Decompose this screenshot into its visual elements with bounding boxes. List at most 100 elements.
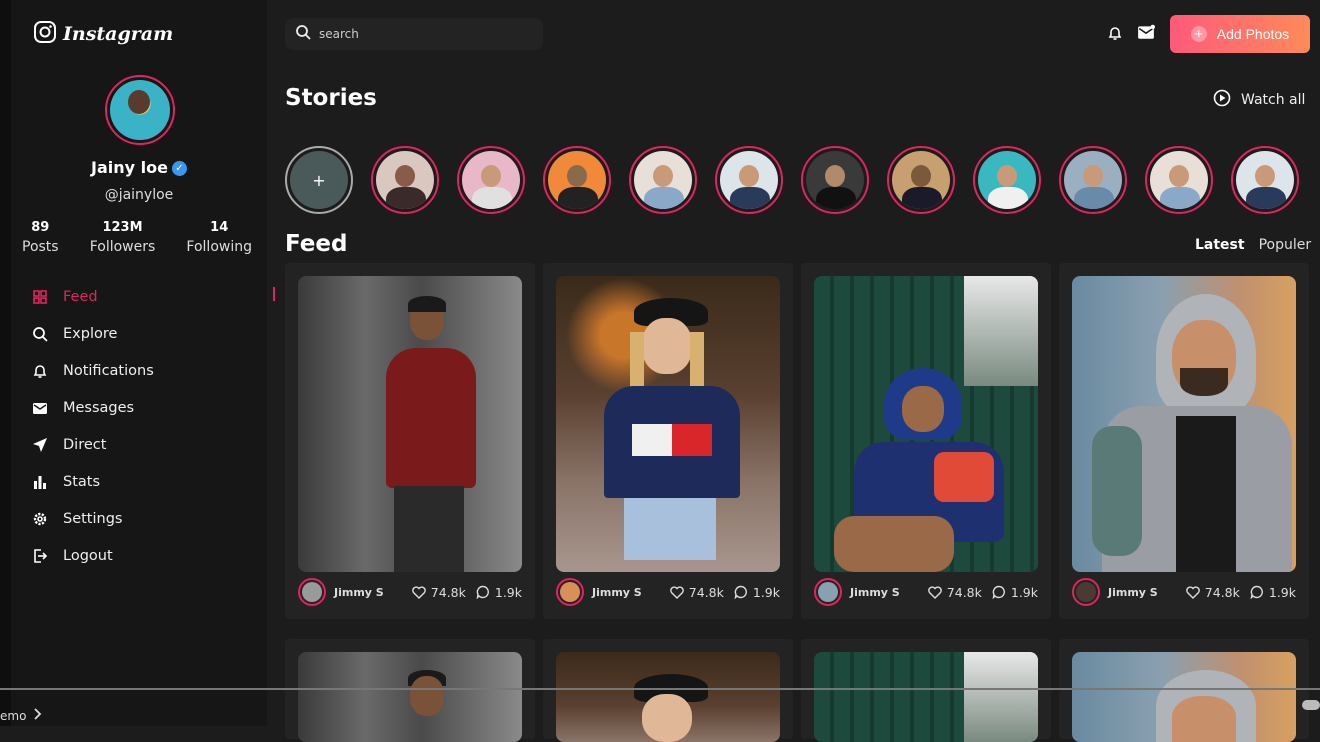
heart-icon	[412, 585, 426, 599]
instagram-icon	[33, 20, 57, 48]
main-content: + Add Photos Stories Watch all + Feed La…	[267, 0, 1320, 742]
post-image[interactable]	[1072, 276, 1296, 572]
post-card[interactable]: Jimmy S 74.8k 1.9k	[285, 263, 535, 619]
author-name[interactable]: Jimmy S	[334, 586, 402, 599]
sidebar-item-label: Explore	[63, 325, 118, 342]
profile-stats: 89 Posts 123M Followers 14 Following	[22, 220, 252, 255]
grid-icon	[31, 288, 49, 306]
post-image[interactable]	[1072, 652, 1296, 742]
story-avatar	[462, 151, 520, 209]
profile-handle: @jainyloe	[104, 187, 174, 203]
sidebar-item-stats[interactable]: Stats	[31, 463, 267, 500]
post-image[interactable]	[556, 652, 780, 742]
sidebar-item-notifications[interactable]: Notifications	[31, 352, 267, 389]
post-image[interactable]	[298, 652, 522, 742]
search-input[interactable]	[319, 27, 519, 41]
send-icon	[31, 436, 49, 454]
story-item[interactable]	[543, 146, 611, 214]
sidebar-item-direct[interactable]: Direct	[31, 426, 267, 463]
post-image[interactable]	[556, 276, 780, 572]
author-name[interactable]: Jimmy S	[592, 586, 660, 599]
logout-icon	[31, 547, 49, 565]
comments-count: 1.9k	[1268, 584, 1296, 600]
video-progress-bar[interactable]	[0, 688, 1320, 690]
stat-following-label: Following	[186, 239, 252, 255]
sidebar-item-label: Messages	[63, 399, 135, 416]
likes[interactable]: 74.8k	[1186, 585, 1240, 600]
stat-posts-count: 89	[31, 220, 50, 235]
post-image[interactable]	[814, 276, 1038, 572]
post-image[interactable]	[298, 276, 522, 572]
sidebar-nav: Feed Explore Notifications Messages Dire…	[31, 278, 275, 574]
author-avatar[interactable]	[556, 578, 584, 606]
notification-bell-icon[interactable]	[1107, 24, 1123, 46]
author-avatar[interactable]	[814, 578, 842, 606]
sidebar-item-explore[interactable]: Explore	[31, 315, 267, 352]
author-name[interactable]: Jimmy S	[1108, 586, 1176, 599]
add-story-button[interactable]: +	[285, 146, 353, 214]
sidebar-item-logout[interactable]: Logout	[31, 537, 267, 574]
comments[interactable]: 1.9k	[734, 585, 780, 600]
post-card[interactable]: Jimmy S 74.8k 1.9k	[801, 263, 1051, 619]
post-card[interactable]: Jimmy S 74.8k 1.9k	[543, 263, 793, 619]
feed-tabs: Latest Populer	[1195, 237, 1311, 253]
post-card[interactable]: Jimmy S 74.8k 1.9k	[1059, 263, 1309, 619]
likes[interactable]: 74.8k	[670, 585, 724, 600]
scrollbar-thumb[interactable]	[1302, 700, 1320, 710]
story-avatar	[806, 151, 864, 209]
story-avatar	[1064, 151, 1122, 209]
search-bar[interactable]	[285, 18, 543, 50]
story-item[interactable]	[629, 146, 697, 214]
likes[interactable]: 74.8k	[928, 585, 982, 600]
sidebar-item-messages[interactable]: Messages	[31, 389, 267, 426]
tab-latest[interactable]: Latest	[1195, 237, 1245, 253]
window-edge	[0, 0, 11, 726]
story-item[interactable]	[973, 146, 1041, 214]
stat-posts-label: Posts	[22, 239, 59, 255]
story-item[interactable]	[1231, 146, 1299, 214]
comments-count: 1.9k	[752, 584, 780, 600]
stat-following[interactable]: 14 Following	[186, 220, 252, 255]
story-item[interactable]	[1059, 146, 1127, 214]
bottom-caption[interactable]: emo	[0, 708, 42, 723]
add-photos-button[interactable]: + Add Photos	[1170, 15, 1310, 53]
story-item[interactable]	[371, 146, 439, 214]
profile-name: Jainy loe ✓	[11, 158, 267, 177]
story-item[interactable]	[715, 146, 783, 214]
story-avatar	[892, 151, 950, 209]
bottom-caption-text: emo	[0, 708, 27, 723]
comments-count: 1.9k	[494, 584, 522, 600]
app-logo[interactable]: Instagram	[33, 20, 173, 48]
bar-chart-icon	[31, 473, 49, 491]
sidebar-item-label: Direct	[63, 436, 107, 453]
messages-mail-icon[interactable]	[1137, 24, 1155, 46]
comment-icon	[992, 585, 1005, 599]
stat-posts[interactable]: 89 Posts	[22, 220, 59, 255]
post-image[interactable]	[814, 652, 1038, 742]
feed-grid: Jimmy S 74.8k 1.9k Jimmy S 74.8k 1.9k Ji…	[285, 263, 1309, 742]
story-item[interactable]	[887, 146, 955, 214]
author-avatar-image	[1076, 582, 1096, 602]
chevron-right-icon	[34, 708, 42, 723]
sidebar-item-label: Notifications	[63, 362, 154, 379]
story-item[interactable]	[1145, 146, 1213, 214]
story-avatar	[376, 151, 434, 209]
stat-followers[interactable]: 123M Followers	[90, 220, 156, 255]
post-footer: Jimmy S 74.8k 1.9k	[814, 578, 1038, 606]
sidebar-item-settings[interactable]: Settings	[31, 500, 267, 537]
profile-name-text: Jainy loe	[91, 158, 168, 177]
watch-all-button[interactable]: Watch all	[1213, 89, 1305, 111]
profile-avatar[interactable]	[105, 75, 175, 145]
story-item[interactable]	[457, 146, 525, 214]
likes[interactable]: 74.8k	[412, 585, 466, 600]
comments[interactable]: 1.9k	[992, 585, 1038, 600]
tab-populer[interactable]: Populer	[1259, 237, 1312, 253]
comments[interactable]: 1.9k	[1250, 585, 1296, 600]
author-avatar[interactable]	[298, 578, 326, 606]
sidebar-item-feed[interactable]: Feed	[31, 278, 275, 315]
mail-icon	[31, 399, 49, 417]
author-avatar[interactable]	[1072, 578, 1100, 606]
comments[interactable]: 1.9k	[476, 585, 522, 600]
story-item[interactable]	[801, 146, 869, 214]
author-name[interactable]: Jimmy S	[850, 586, 918, 599]
